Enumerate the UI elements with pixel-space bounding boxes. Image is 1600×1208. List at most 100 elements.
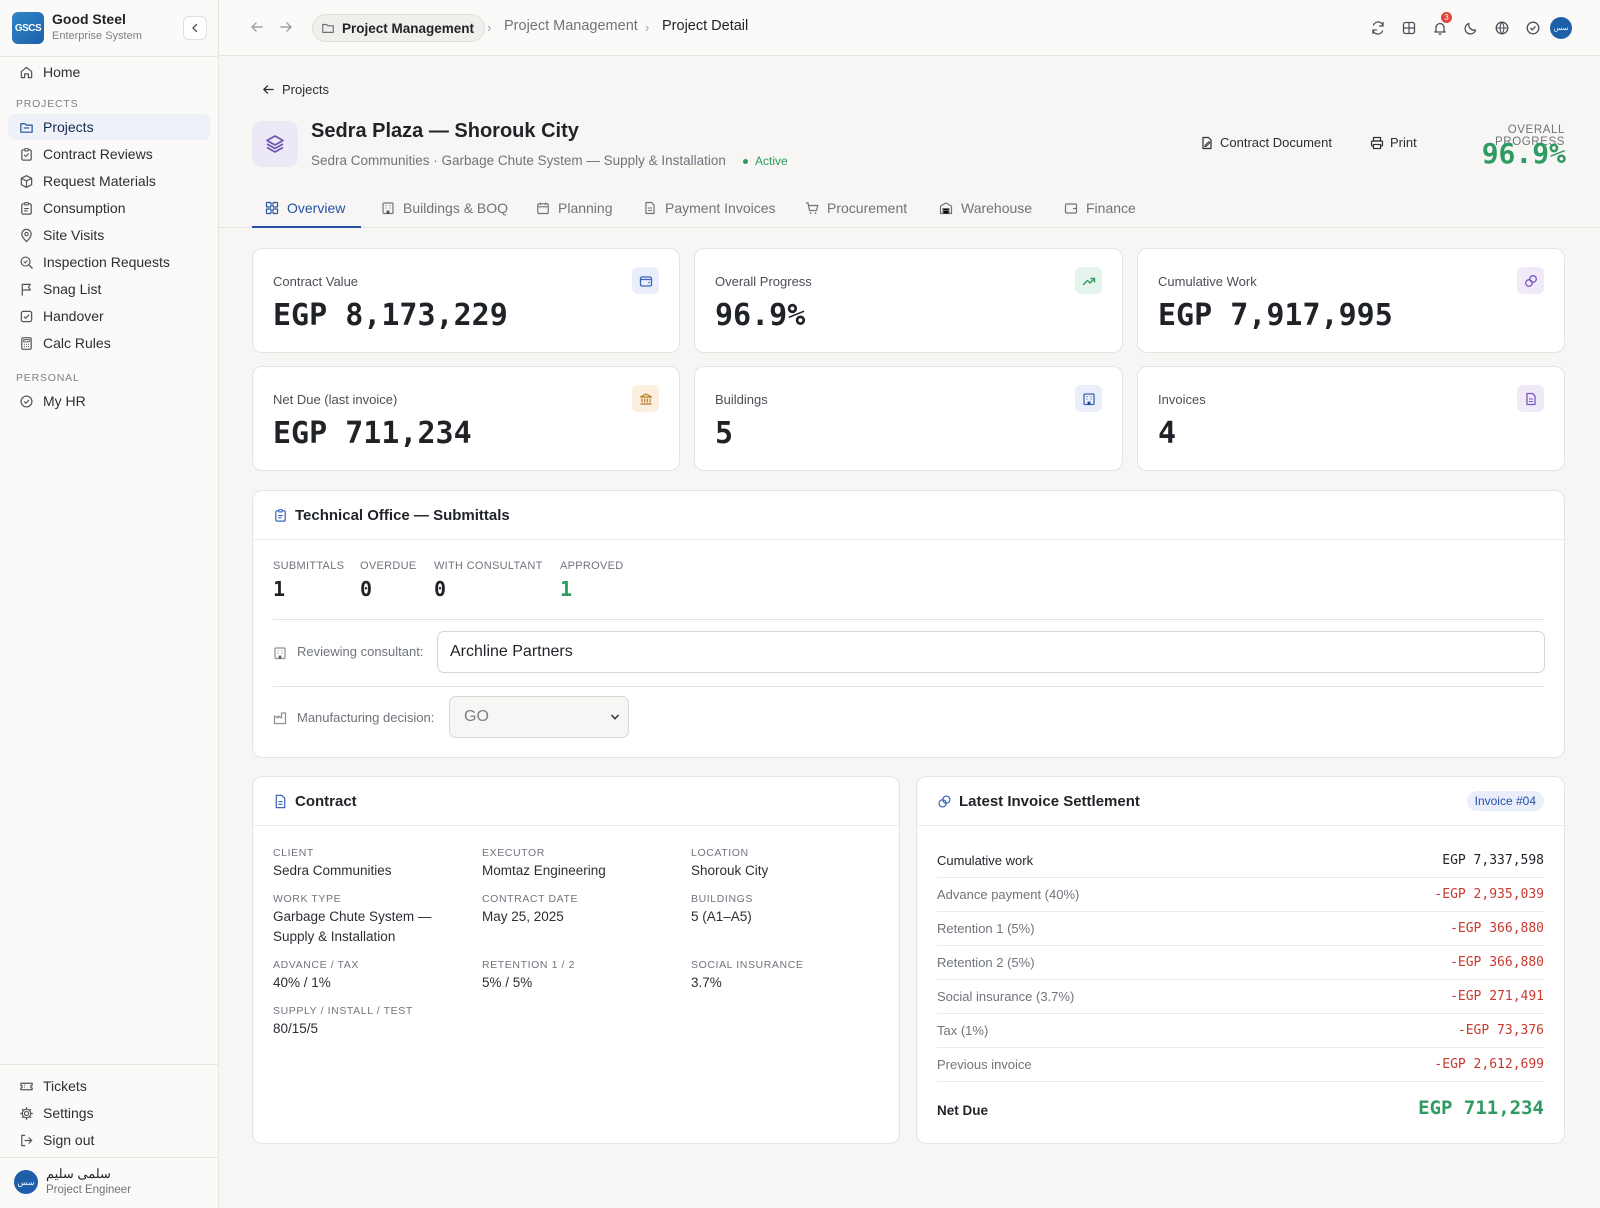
field-label: SUPPLY / INSTALL / TEST xyxy=(273,1005,413,1017)
row-label: Previous invoice xyxy=(937,1057,1032,1072)
tab-warehouse[interactable]: Warehouse xyxy=(939,188,1032,228)
sidebar-item-contract-reviews[interactable]: Contract Reviews xyxy=(8,141,210,167)
sidebar-item-my-hr[interactable]: My HR xyxy=(8,388,210,414)
stat-label: Overall Progress xyxy=(715,274,812,289)
sidebar-item-label: Settings xyxy=(43,1105,94,1121)
consultant-input[interactable] xyxy=(437,631,1545,673)
sidebar: GSCS Good Steel Enterprise System Home P… xyxy=(0,0,219,1208)
building-icon xyxy=(382,202,394,215)
tab-finance[interactable]: Finance xyxy=(1064,188,1136,228)
field-label: CLIENT xyxy=(273,847,314,859)
sidebar-item-label: Handover xyxy=(43,308,104,324)
print-button[interactable]: Print xyxy=(1370,135,1417,150)
warehouse-icon xyxy=(939,202,953,215)
sidebar-item-tickets[interactable]: Tickets xyxy=(8,1073,210,1099)
contract-document-button[interactable]: Contract Document xyxy=(1200,135,1332,150)
brand-logo: GSCS xyxy=(12,12,44,44)
sidebar-item-label: Projects xyxy=(43,119,94,135)
kpi-label-overdue: OVERDUE xyxy=(360,560,417,572)
stat-value: 96.9% xyxy=(715,298,806,333)
back-button[interactable] xyxy=(247,17,267,37)
tab-buildings-boq[interactable]: Buildings & BOQ xyxy=(381,188,508,228)
grid-icon xyxy=(265,201,279,215)
chevron-left-icon xyxy=(192,23,198,33)
sidebar-item-home[interactable]: Home xyxy=(8,59,210,85)
chevron-down-icon xyxy=(610,714,620,720)
row-label: Retention 1 (5%) xyxy=(937,921,1035,936)
sidebar-item-consumption[interactable]: Consumption xyxy=(8,195,210,221)
invoice-badge[interactable]: Invoice #04 xyxy=(1466,791,1544,811)
avatar[interactable]: سس xyxy=(1550,17,1572,39)
theme-toggle[interactable] xyxy=(1461,18,1481,38)
sidebar-item-site-visits[interactable]: Site Visits xyxy=(8,222,210,248)
field-value-client: Sedra Communities xyxy=(273,863,392,878)
divider xyxy=(273,686,1544,687)
sidebar-item-sign-out[interactable]: Sign out xyxy=(8,1127,210,1153)
status-button[interactable] xyxy=(1523,18,1543,38)
forward-button[interactable] xyxy=(276,17,296,37)
tab-payment-invoices[interactable]: Payment Invoices xyxy=(643,188,776,228)
panel-title: Technical Office — Submittals xyxy=(295,507,510,524)
tab-procurement[interactable]: Procurement xyxy=(805,188,907,228)
stat-card-net-due: Net Due (last invoice) EGP 711,234 xyxy=(252,366,680,471)
sidebar-item-projects[interactable]: Projects xyxy=(8,114,210,140)
panel-header: Technical Office — Submittals xyxy=(253,491,1564,540)
wallet-icon xyxy=(1064,203,1078,214)
stat-value: EGP 7,917,995 xyxy=(1158,298,1393,333)
stat-label: Cumulative Work xyxy=(1158,274,1257,289)
refresh-icon xyxy=(1372,21,1384,35)
breadcrumb-module[interactable]: Project Management xyxy=(312,14,486,42)
sign-out-icon xyxy=(21,1134,33,1146)
apps-button[interactable] xyxy=(1399,18,1419,38)
row-label: Advance payment (40%) xyxy=(937,887,1080,902)
sidebar-item-label: Tickets xyxy=(43,1078,87,1094)
stat-label: Buildings xyxy=(715,392,768,407)
settlement-row: Previous invoice -EGP 2,612,699 xyxy=(937,1048,1544,1082)
stat-label: Contract Value xyxy=(273,274,359,289)
net-due-value: EGP 711,234 xyxy=(1418,1097,1544,1119)
brand-subtitle: Enterprise System xyxy=(52,30,142,42)
sidebar-item-settings[interactable]: Settings xyxy=(8,1100,210,1126)
refresh-button[interactable] xyxy=(1368,18,1388,38)
back-to-projects-link[interactable]: Projects xyxy=(262,82,329,97)
language-button[interactable] xyxy=(1492,18,1512,38)
home-icon xyxy=(20,66,33,78)
row-label: Cumulative work xyxy=(937,853,1034,868)
breadcrumb-item[interactable]: Project Management xyxy=(504,18,638,34)
kpi-label-approved: APPROVED xyxy=(560,560,624,572)
invoice-settlement-panel: Latest Invoice Settlement Invoice #04 Cu… xyxy=(916,776,1565,1144)
sidebar-item-inspection-requests[interactable]: Inspection Requests xyxy=(8,249,210,275)
sidebar-item-snag-list[interactable]: Snag List xyxy=(8,276,210,302)
stat-value: EGP 8,173,229 xyxy=(273,298,508,333)
row-label: Retention 2 (5%) xyxy=(937,955,1035,970)
divider xyxy=(273,619,1544,620)
user-name: سلمى سليم xyxy=(46,1166,111,1181)
ticket-icon xyxy=(20,1082,33,1090)
brand[interactable]: GSCS Good Steel Enterprise System xyxy=(12,11,208,47)
overall-progress-value: 96.9% xyxy=(1481,137,1566,170)
gear-icon xyxy=(20,1106,33,1120)
stat-value: 5 xyxy=(715,416,734,451)
sidebar-item-request-materials[interactable]: Request Materials xyxy=(8,168,210,194)
tab-overview[interactable]: Overview xyxy=(265,188,345,228)
tab-bar: Overview Buildings & BOQ Planning Paymen… xyxy=(219,188,1600,228)
document-icon xyxy=(1517,385,1544,412)
layers-icon xyxy=(266,135,284,153)
notifications-button[interactable]: 3 xyxy=(1430,12,1452,38)
kpi-label-submittals: SUBMITTALS xyxy=(273,560,345,572)
user-profile[interactable]: سس سلمى سليم Project Engineer xyxy=(14,1166,214,1202)
field-label: BUILDINGS xyxy=(691,893,753,905)
collapse-sidebar-button[interactable] xyxy=(183,16,207,40)
contract-panel: Contract CLIENT Sedra Communities EXECUT… xyxy=(252,776,900,1144)
sidebar-item-calc-rules[interactable]: Calc Rules xyxy=(8,330,210,356)
sidebar-item-label: My HR xyxy=(43,393,86,409)
tab-planning[interactable]: Planning xyxy=(536,188,613,228)
consultant-label: Reviewing consultant: xyxy=(297,644,424,659)
notification-badge: 3 xyxy=(1441,12,1452,23)
tab-label: Finance xyxy=(1086,200,1136,216)
sidebar-item-handover[interactable]: Handover xyxy=(8,303,210,329)
settlement-row: Cumulative work EGP 7,337,598 xyxy=(937,844,1544,878)
trending-up-icon xyxy=(1075,267,1102,294)
sidebar-item-label: Sign out xyxy=(43,1132,95,1148)
manufacturing-decision-select[interactable]: GO xyxy=(449,696,629,738)
